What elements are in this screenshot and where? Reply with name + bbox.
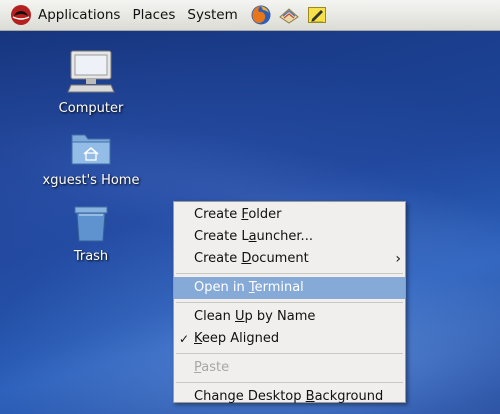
create-document-item[interactable]: Create Document ›	[174, 248, 405, 270]
mail-icon[interactable]	[278, 4, 300, 26]
open-in-terminal-item[interactable]: Open in Terminal	[174, 277, 405, 299]
desktop-icon-label: xguest's Home	[42, 173, 140, 188]
item-text: older	[248, 207, 282, 222]
applications-menu[interactable]: Applications	[32, 0, 126, 31]
submenu-arrow-icon: ›	[395, 251, 401, 267]
paste-item: Paste	[174, 357, 405, 379]
item-text: aste	[201, 360, 230, 375]
desktop-icon-label: Computer	[58, 101, 124, 116]
item-text: Clean	[194, 309, 236, 324]
item-mnemonic: B	[305, 389, 315, 404]
computer-icon	[67, 49, 115, 99]
keep-aligned-item[interactable]: ✓ Keep Aligned	[174, 328, 405, 350]
desktop-icon-computer[interactable]: Computer	[36, 49, 146, 116]
item-text: ocument	[251, 251, 309, 266]
menu-separator	[176, 273, 403, 274]
checkmark-icon: ✓	[179, 332, 190, 346]
places-menu[interactable]: Places	[126, 0, 181, 31]
item-mnemonic: K	[194, 331, 202, 346]
menu-separator	[176, 353, 403, 354]
change-desktop-background-item[interactable]: Change Desktop Background	[174, 386, 405, 408]
item-text: Create	[194, 251, 242, 266]
top-panel: Applications Places System	[0, 0, 500, 31]
item-text: p by Name	[244, 309, 316, 324]
item-mnemonic: U	[235, 309, 245, 324]
create-folder-item[interactable]: Create Folder	[174, 204, 405, 226]
clean-up-by-name-item[interactable]: Clean Up by Name	[174, 306, 405, 328]
panel-launchers	[250, 4, 328, 26]
firefox-icon[interactable]	[250, 4, 272, 26]
item-text: uncher...	[256, 229, 313, 244]
item-mnemonic: D	[241, 251, 252, 266]
redhat-logo-icon[interactable]	[10, 4, 32, 26]
item-text: Change Desktop	[194, 389, 306, 404]
item-text: ackground	[314, 389, 384, 404]
create-launcher-item[interactable]: Create Launcher...	[174, 226, 405, 248]
desktop-context-menu: Create Folder Create Launcher... Create …	[173, 201, 406, 404]
desktop-icon-label: Trash	[73, 249, 109, 264]
item-mnemonic: a	[248, 229, 257, 244]
trash-icon	[71, 203, 111, 247]
desktop-icon-trash[interactable]: Trash	[36, 203, 146, 264]
item-text: eep Aligned	[201, 331, 280, 346]
item-text: erminal	[254, 280, 304, 295]
home-folder-icon	[69, 129, 113, 171]
menu-separator	[176, 302, 403, 303]
item-text: Create	[194, 207, 242, 222]
desktop-icon-home[interactable]: xguest's Home	[36, 129, 146, 188]
item-text: Open in	[194, 280, 249, 295]
system-menu[interactable]: System	[181, 0, 243, 31]
menu-separator	[176, 382, 403, 383]
item-text: Create L	[194, 229, 249, 244]
panel-menu-bar: Applications Places System	[32, 0, 244, 31]
notes-icon[interactable]	[306, 4, 328, 26]
